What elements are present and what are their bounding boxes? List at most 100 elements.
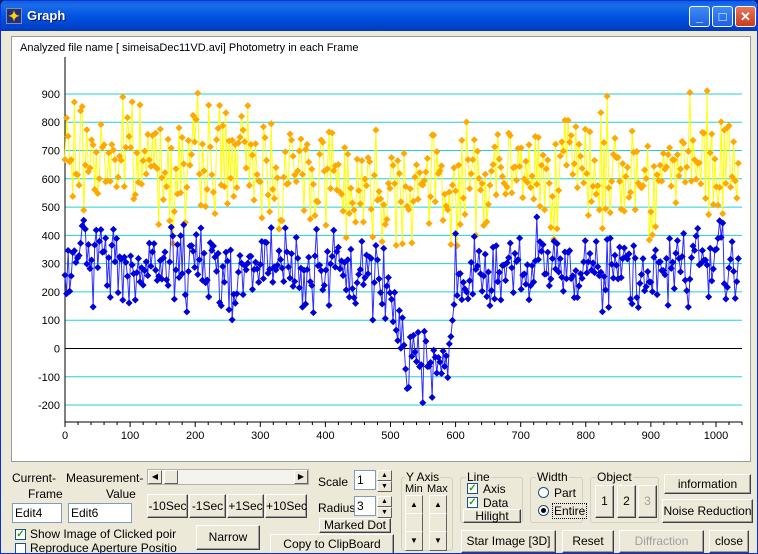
series-2-point — [448, 316, 456, 324]
series-1-point — [591, 156, 599, 164]
series-1-point — [573, 184, 581, 192]
series-2-point — [525, 296, 533, 304]
close-button[interactable]: close — [709, 530, 749, 553]
plus-10sec-button[interactable]: +10Sec — [265, 494, 307, 518]
series-2-point — [280, 277, 288, 285]
series-2-point — [447, 332, 455, 341]
radius-down-icon[interactable]: ▼ — [377, 507, 392, 518]
series-1-point — [164, 135, 172, 143]
series-1-point — [259, 123, 267, 131]
series-2-point — [437, 369, 446, 378]
series-1-line — [64, 90, 739, 246]
y-min-up-icon[interactable]: ▲ — [405, 495, 423, 515]
radius-field[interactable]: 3 — [354, 496, 376, 516]
series-2-point — [509, 289, 517, 297]
series-1-point — [297, 135, 305, 143]
plus-1sec-button[interactable]: +1Sec — [227, 494, 264, 518]
series-2-point — [722, 295, 730, 303]
slider-left-arrow-icon[interactable]: ◀ — [148, 470, 162, 484]
part-radio[interactable] — [538, 487, 549, 498]
app-icon: ✦ — [6, 8, 22, 24]
series-2-point — [464, 295, 472, 303]
radius-up-icon[interactable]: ▲ — [377, 496, 392, 507]
reproduce-checkbox[interactable] — [15, 543, 26, 553]
narrow-button[interactable]: Narrow — [196, 525, 260, 550]
object-3-button[interactable]: 3 — [638, 485, 657, 518]
photometry-chart[interactable]: 9008007006005004003002001000-100-2000 100… — [12, 37, 750, 461]
series-1-point — [63, 114, 71, 122]
title-bar[interactable]: ✦ Graph _ □ ✕ — [1, 1, 757, 31]
series-2-point — [97, 226, 105, 234]
measurement-value-field[interactable]: Edit6 — [68, 503, 132, 523]
series-2-point — [369, 316, 377, 324]
maximize-button[interactable]: □ — [712, 6, 733, 27]
object-2-button[interactable]: 2 — [617, 485, 636, 518]
series-1-point — [481, 170, 489, 178]
current-frame-label-2: Frame — [28, 487, 63, 501]
frame-slider[interactable]: ◀ ▶ — [147, 469, 309, 485]
scale-down-icon[interactable]: ▼ — [377, 481, 392, 492]
noise-reduction-button[interactable]: Noise Reduction — [662, 499, 753, 523]
entire-radio[interactable] — [538, 505, 549, 516]
series-1-point — [494, 130, 502, 139]
series-1-point — [525, 141, 533, 149]
hilight-button[interactable]: Hilight — [463, 509, 521, 523]
series-2-point — [402, 365, 410, 373]
y-tick-label: 800 — [42, 117, 60, 129]
scale-field[interactable]: 1 — [354, 470, 376, 490]
reset-button[interactable]: Reset — [562, 530, 614, 553]
information-button[interactable]: information — [664, 474, 751, 494]
series-2-point — [125, 299, 133, 307]
series-1-point — [267, 120, 275, 128]
series-2-point — [511, 249, 519, 257]
show-image-checkbox[interactable]: ✓ — [15, 529, 26, 540]
series-1-point — [322, 221, 330, 229]
axis-checkbox[interactable]: ✓ — [467, 483, 478, 494]
series-1-point — [222, 109, 230, 117]
diffraction-button[interactable]: Diffraction — [619, 530, 704, 553]
part-label: Part — [554, 486, 577, 500]
series-1-point — [714, 201, 722, 209]
series-1-point — [250, 196, 258, 204]
series-2-point — [305, 253, 313, 261]
y-max-box[interactable] — [429, 513, 447, 533]
series-1-point — [408, 239, 416, 247]
minus-1sec-button[interactable]: -1Sec — [189, 494, 226, 518]
y-max-down-icon[interactable]: ▼ — [429, 531, 447, 551]
star-image-3d-button[interactable]: Star Image [3D] — [461, 530, 556, 553]
marked-dot-button[interactable]: Marked Dot — [319, 518, 391, 533]
y-min-box[interactable] — [405, 513, 423, 533]
series-1-point — [439, 216, 447, 224]
series-1-point — [392, 241, 400, 249]
series-1-point — [730, 138, 738, 146]
scale-up-icon[interactable]: ▲ — [377, 470, 392, 481]
series-2-point — [134, 254, 142, 262]
data-checkbox[interactable]: ✓ — [467, 497, 478, 508]
copy-to-clipboard-button[interactable]: Copy to ClipBoard — [270, 534, 394, 553]
radius-label: Radius — [318, 501, 356, 515]
series-2-point — [420, 327, 428, 335]
object-1-button[interactable]: 1 — [595, 485, 614, 518]
current-frame-field[interactable]: Edit4 — [12, 503, 62, 523]
plot-area[interactable]: Analyzed file name [ simeisaDec11VD.avi]… — [11, 36, 751, 462]
series-2-point — [430, 346, 438, 354]
series-1-point — [552, 140, 560, 148]
series-2-point — [652, 246, 660, 254]
series-2-point — [106, 293, 114, 301]
slider-thumb[interactable] — [164, 470, 178, 484]
minimize-button[interactable]: _ — [689, 6, 710, 27]
series-2-point — [281, 224, 289, 232]
y-tick-label: 900 — [42, 89, 60, 101]
y-min-down-icon[interactable]: ▼ — [405, 531, 423, 551]
series-1-point — [530, 195, 538, 203]
y-max-up-icon[interactable]: ▲ — [429, 495, 447, 515]
series-2-point — [80, 216, 88, 224]
series-2-point — [228, 316, 236, 324]
current-frame-label-1: Current- — [12, 471, 57, 485]
minus-10sec-button[interactable]: -10Sec — [147, 494, 188, 518]
slider-right-arrow-icon[interactable]: ▶ — [294, 470, 308, 484]
close-window-button[interactable]: ✕ — [735, 6, 756, 27]
series-2-point — [444, 374, 452, 382]
series-1-point — [352, 218, 360, 226]
y-tick-label: 500 — [42, 202, 60, 214]
